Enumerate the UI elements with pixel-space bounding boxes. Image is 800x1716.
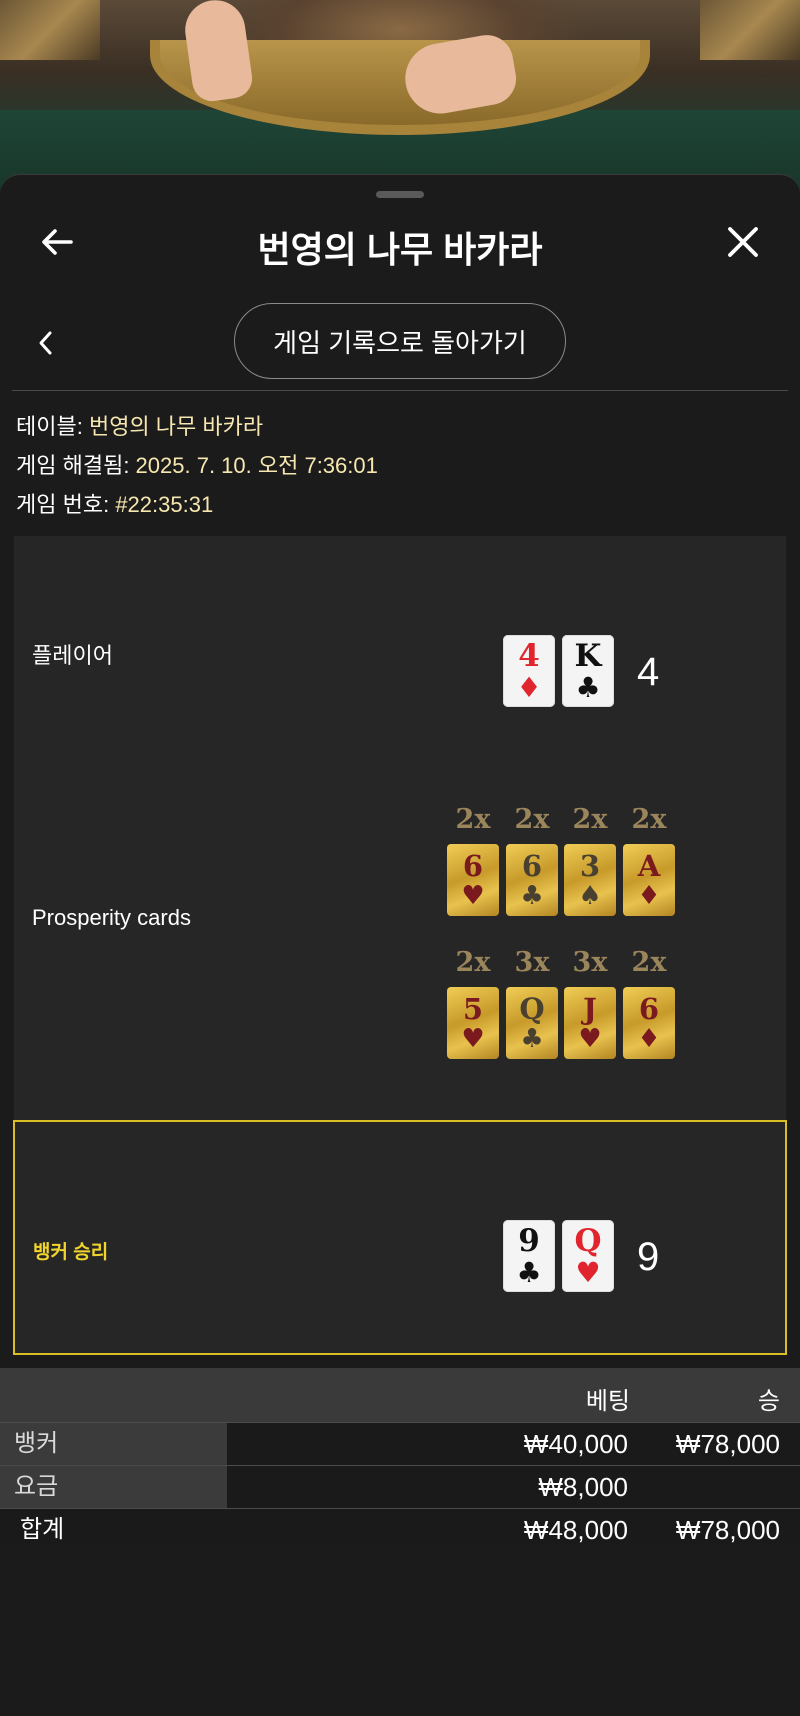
close-icon: [728, 227, 758, 257]
banker-card-1: 9 ♣: [503, 1220, 555, 1292]
win-amount: ₩78,000: [675, 1429, 780, 1459]
table-decoration-left: [0, 0, 100, 60]
table-decoration-right: [700, 0, 800, 60]
prosperity-card: 3 ♠: [564, 844, 616, 916]
column-header-win: 승: [757, 1388, 780, 1415]
game-details-sheet: 번영의 나무 바카라 게임 기록으로 돌아가기 테이블: 번영의 나무 바카라 …: [0, 174, 800, 1716]
player-label: 플레이어: [32, 643, 113, 668]
bet-type: 요금: [0, 1466, 227, 1508]
game-info: 테이블: 번영의 나무 바카라 게임 해결됨: 2025. 7. 10. 오전 …: [16, 407, 378, 524]
previous-button[interactable]: [26, 319, 66, 367]
banker-score: 9: [637, 1235, 660, 1279]
prosperity-card: A ♦: [623, 844, 675, 916]
total-win: ₩78,000: [675, 1515, 780, 1545]
close-button[interactable]: [718, 217, 768, 267]
prosperity-card: 6 ♣: [506, 844, 558, 916]
prosperity-multiplier: 2x: [631, 947, 667, 978]
total-bet: ₩48,000: [523, 1515, 628, 1545]
prosperity-card: 5 ♥: [447, 987, 499, 1059]
bet-amount: ₩8,000: [538, 1472, 628, 1502]
player-score: 4: [637, 650, 660, 694]
prosperity-card: Q ♣: [506, 987, 558, 1059]
sheet-title: 번영의 나무 바카라: [257, 229, 543, 270]
table-name: 번영의 나무 바카라: [88, 414, 264, 439]
player-card-1: 4 ♦: [503, 635, 555, 707]
banker-win-label: 뱅커 승리: [33, 1242, 109, 1263]
prosperity-card: J ♥: [564, 987, 616, 1059]
prosperity-multiplier: 2x: [455, 804, 491, 835]
results-panel: 플레이어 4 ♦ K ♣ 4 Prosperity cards 2x 2x 2x 2…: [14, 536, 786, 1121]
game-number-line: 게임 번호: #22:35:31: [16, 492, 214, 517]
history-navigation: 게임 기록으로 돌아가기: [0, 303, 800, 383]
total-label: 합계: [20, 1516, 65, 1543]
prosperity-multiplier: 2x: [631, 804, 667, 835]
live-video-background: [0, 0, 800, 200]
chevron-left-icon: [39, 331, 52, 355]
divider: [12, 390, 788, 391]
prosperity-multiplier: 3x: [514, 947, 550, 978]
prosperity-multiplier: 2x: [514, 804, 550, 835]
bet-type: 뱅커: [0, 1423, 227, 1465]
prosperity-multiplier: 2x: [572, 804, 608, 835]
banker-result-box: 뱅커 승리 9 ♣ Q ♥ 9: [13, 1120, 787, 1355]
game-number: #22:35:31: [115, 492, 214, 517]
prosperity-multiplier: 2x: [455, 947, 491, 978]
resolved-info-line: 게임 해결됨: 2025. 7. 10. 오전 7:36:01: [16, 453, 378, 478]
sheet-drag-handle[interactable]: [376, 191, 424, 198]
return-to-history-button[interactable]: 게임 기록으로 돌아가기: [234, 303, 566, 379]
column-header-bet: 베팅: [585, 1388, 630, 1415]
table-row: 요금 ₩8,000: [0, 1465, 800, 1508]
bets-table-header: 베팅 승: [0, 1368, 800, 1422]
table-row: 뱅커 ₩40,000 ₩78,000: [0, 1422, 800, 1465]
prosperity-card: 6 ♥: [447, 844, 499, 916]
table-info-line: 테이블: 번영의 나무 바카라: [16, 414, 264, 439]
prosperity-multiplier: 3x: [572, 947, 608, 978]
bets-table: 베팅 승 뱅커 ₩40,000 ₩78,000 요금 ₩8,000 합계 ₩48…: [0, 1368, 800, 1551]
prosperity-card: 6 ♦: [623, 987, 675, 1059]
prosperity-label: Prosperity cards: [32, 905, 191, 930]
bet-amount: ₩40,000: [523, 1429, 628, 1459]
player-card-2: K ♣: [562, 635, 614, 707]
table-total-row: 합계 ₩48,000 ₩78,000: [0, 1508, 800, 1551]
resolved-time: 2025. 7. 10. 오전 7:36:01: [135, 453, 378, 478]
sheet-header: 번영의 나무 바카라: [0, 207, 800, 277]
banker-card-2: Q ♥: [562, 1220, 614, 1292]
